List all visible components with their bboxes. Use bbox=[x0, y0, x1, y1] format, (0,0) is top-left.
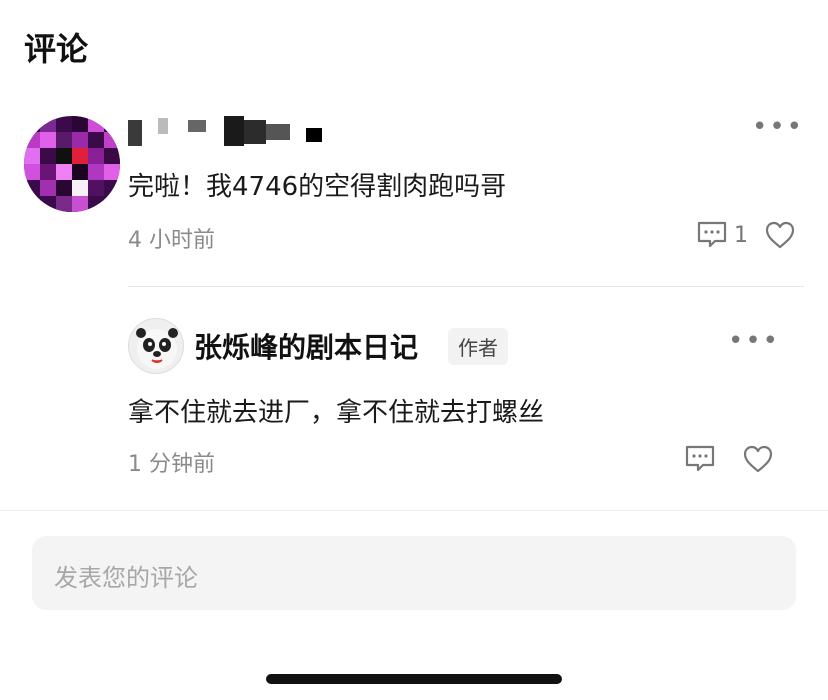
reply-button[interactable]: 1 bbox=[696, 220, 748, 250]
section-separator bbox=[0, 510, 828, 511]
comment-text: 完啦！我4746的空得割肉跑吗哥 bbox=[128, 172, 507, 202]
heart-icon bbox=[743, 445, 773, 473]
reply-count: 1 bbox=[734, 222, 748, 248]
like-button[interactable] bbox=[764, 220, 796, 250]
heart-icon bbox=[765, 221, 795, 249]
page-title: 评论 bbox=[24, 30, 89, 68]
home-indicator[interactable] bbox=[266, 674, 562, 684]
reply-button[interactable] bbox=[684, 444, 716, 474]
author-badge: 作者 bbox=[448, 328, 508, 365]
comment-item: 完啦！我4746的空得割肉跑吗哥 4 小时前 ••• 1 bbox=[24, 112, 804, 262]
like-button[interactable] bbox=[742, 444, 774, 474]
divider bbox=[128, 286, 804, 287]
reply-timestamp: 1 分钟前 bbox=[128, 452, 215, 477]
comment-icon bbox=[685, 445, 715, 472]
reply-text: 拿不住就去进厂，拿不住就去打螺丝 bbox=[128, 398, 545, 428]
comment-icon bbox=[697, 221, 727, 248]
more-icon[interactable]: ••• bbox=[752, 114, 804, 140]
username-redacted[interactable] bbox=[128, 114, 328, 148]
panda-icon bbox=[136, 328, 178, 369]
avatar[interactable] bbox=[24, 116, 120, 212]
more-icon[interactable]: ••• bbox=[728, 328, 780, 354]
reply-item: 张烁峰的剧本日记 作者 拿不住就去进厂，拿不住就去打螺丝 1 分钟前 ••• bbox=[128, 316, 804, 486]
avatar[interactable] bbox=[128, 318, 184, 374]
comment-timestamp: 4 小时前 bbox=[128, 228, 215, 253]
comment-input-placeholder: 发表您的评论 bbox=[54, 564, 198, 592]
comment-input[interactable]: 发表您的评论 bbox=[32, 536, 796, 610]
author-name[interactable]: 张烁峰的剧本日记 bbox=[194, 326, 418, 366]
